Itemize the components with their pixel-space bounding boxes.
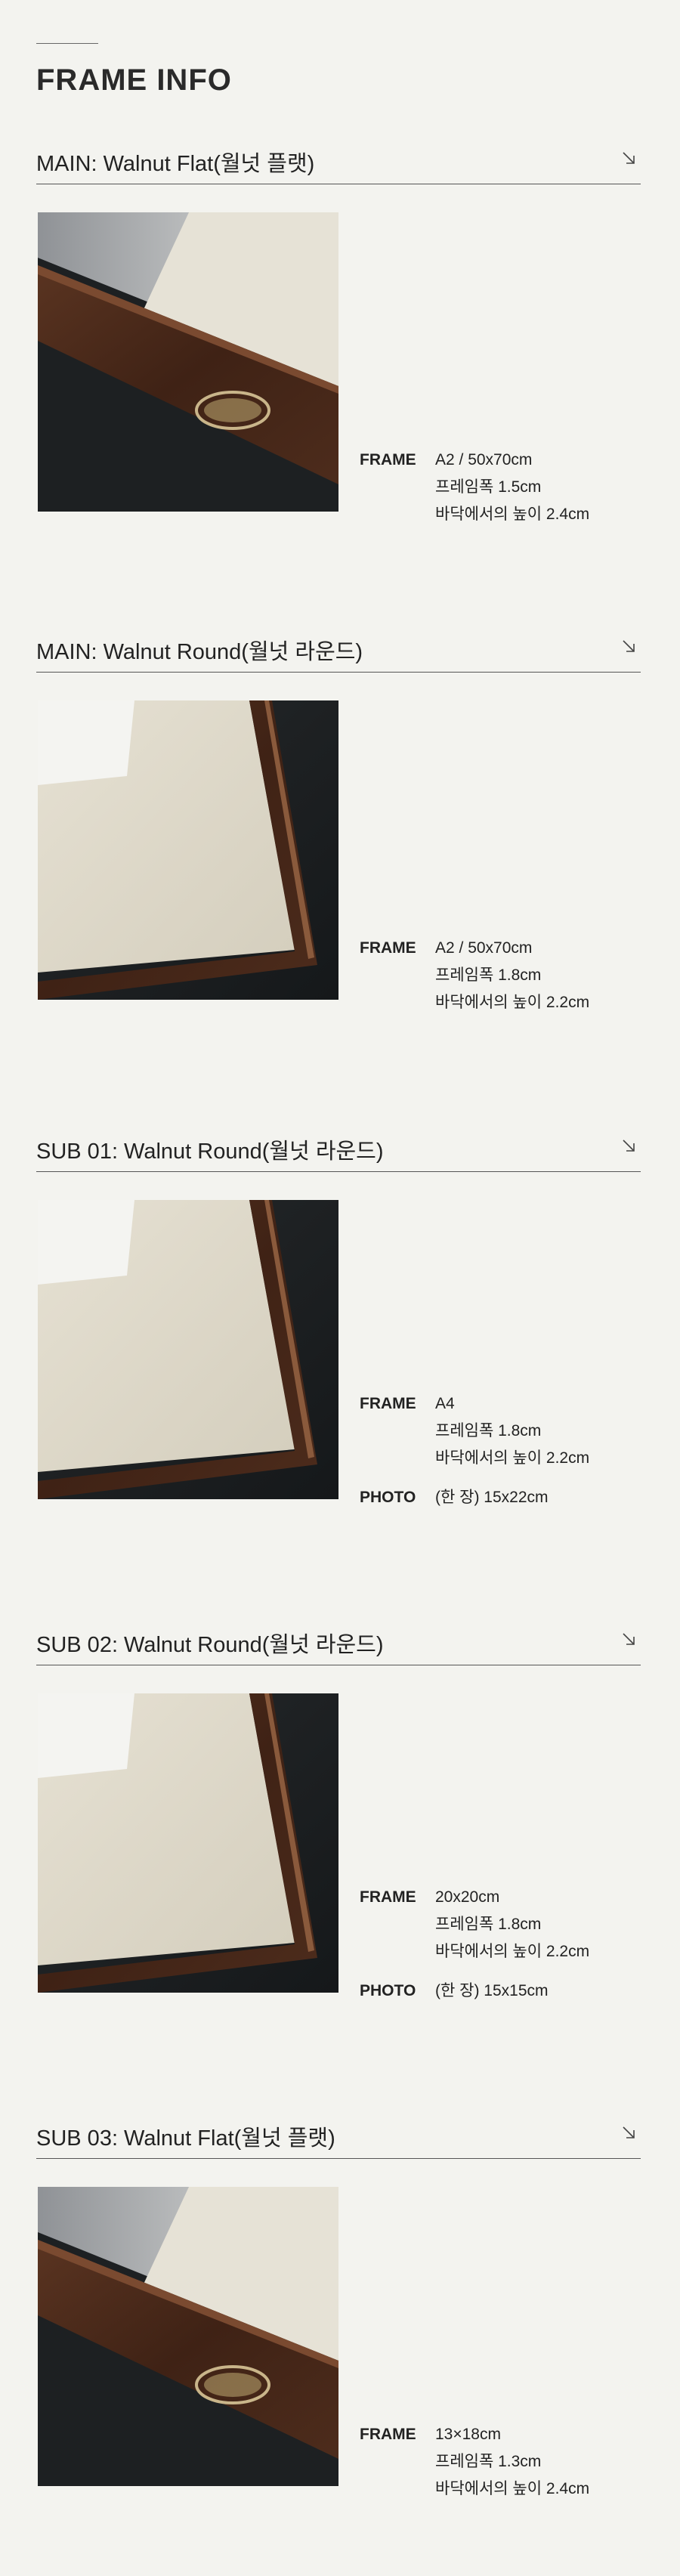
photo-label: PHOTO <box>360 1489 416 1506</box>
section-sub03-walnut-flat: SUB 03: Walnut Flat(월넛 플랫) FRAME 13×18cm… <box>0 2113 680 2536</box>
frame-size: A4 <box>435 1395 455 1412</box>
frame-size: A2 / 50x70cm <box>435 451 533 469</box>
section-title: SUB 01: Walnut Round(월넛 라운드) <box>36 1140 384 1164</box>
walnut-flat-frame-photo <box>38 2187 338 2486</box>
section-title: SUB 02: Walnut Round(월넛 라운드) <box>36 1633 384 1657</box>
section-header[interactable]: SUB 03: Walnut Flat(월넛 플랫) <box>36 2113 641 2159</box>
frame-size: 20x20cm <box>435 1888 500 1906</box>
walnut-flat-frame-photo <box>38 212 338 512</box>
frame-height: 바닥에서의 높이 2.2cm <box>435 1449 590 1467</box>
frame-label: FRAME <box>360 2426 416 2443</box>
arrow-down-right-icon[interactable] <box>620 2123 638 2142</box>
frame-height: 바닥에서의 높이 2.2cm <box>435 1943 590 1960</box>
frame-height: 바닥에서의 높이 2.4cm <box>435 2480 590 2497</box>
frame-spec: FRAME 13×18cm 프레임폭 1.3cm 바닥에서의 높이 2.4cm <box>360 2421 589 2503</box>
arrow-down-right-icon[interactable] <box>620 149 638 167</box>
section-header[interactable]: MAIN: Walnut Flat(월넛 플랫) <box>36 138 641 184</box>
section-main-walnut-round: MAIN: Walnut Round(월넛 라운드) FRAME A2 / 50… <box>0 626 680 1050</box>
walnut-round-frame-photo <box>38 1693 338 1993</box>
section-header[interactable]: MAIN: Walnut Round(월넛 라운드) <box>36 626 641 673</box>
frame-width: 프레임폭 1.8cm <box>435 966 542 984</box>
page-title: FRAME INFO <box>36 63 232 97</box>
arrow-down-right-icon[interactable] <box>620 1136 638 1155</box>
section-title: MAIN: Walnut Flat(월넛 플랫) <box>36 152 315 176</box>
frame-width: 프레임폭 1.3cm <box>435 2453 542 2470</box>
arrow-down-right-icon[interactable] <box>620 1630 638 1648</box>
frame-size: A2 / 50x70cm <box>435 939 533 957</box>
frame-width: 프레임폭 1.8cm <box>435 1916 542 1933</box>
section-title: MAIN: Walnut Round(월넛 라운드) <box>36 640 363 664</box>
frame-label: FRAME <box>360 1395 416 1412</box>
frame-spec: FRAME A2 / 50x70cm 프레임폭 1.5cm 바닥에서의 높이 2… <box>360 447 589 528</box>
section-sub02-walnut-round: SUB 02: Walnut Round(월넛 라운드) FRAME 20x20… <box>0 1619 680 2043</box>
frame-width: 프레임폭 1.8cm <box>435 1422 542 1440</box>
frame-spec: FRAME A2 / 50x70cm 프레임폭 1.8cm 바닥에서의 높이 2… <box>360 935 589 1016</box>
frame-height: 바닥에서의 높이 2.2cm <box>435 994 590 1011</box>
frame-size: 13×18cm <box>435 2426 501 2443</box>
section-header[interactable]: SUB 01: Walnut Round(월넛 라운드) <box>36 1126 641 1172</box>
frame-spec: FRAME 20x20cm 프레임폭 1.8cm 바닥에서의 높이 2.2cm … <box>360 1884 589 2005</box>
frame-width: 프레임폭 1.5cm <box>435 478 542 496</box>
arrow-down-right-icon[interactable] <box>620 637 638 655</box>
frame-height: 바닥에서의 높이 2.4cm <box>435 506 590 523</box>
section-sub01-walnut-round: SUB 01: Walnut Round(월넛 라운드) FRAME A4 프레… <box>0 1126 680 1549</box>
section-title: SUB 03: Walnut Flat(월넛 플랫) <box>36 2126 335 2151</box>
photo-label: PHOTO <box>360 1982 416 1999</box>
frame-label: FRAME <box>360 451 416 469</box>
frame-spec: FRAME A4 프레임폭 1.8cm 바닥에서의 높이 2.2cm PHOTO… <box>360 1390 589 1511</box>
section-header[interactable]: SUB 02: Walnut Round(월넛 라운드) <box>36 1619 641 1665</box>
frame-label: FRAME <box>360 1888 416 1906</box>
top-rule <box>36 43 98 44</box>
walnut-round-frame-photo <box>38 700 338 1000</box>
frame-label: FRAME <box>360 939 416 957</box>
section-main-walnut-flat: MAIN: Walnut Flat(월넛 플랫) FRAME A2 / 50x7… <box>0 138 680 561</box>
photo-size: (한 장) 15x15cm <box>435 1982 549 1999</box>
photo-size: (한 장) 15x22cm <box>435 1489 549 1506</box>
walnut-round-frame-photo <box>38 1200 338 1499</box>
